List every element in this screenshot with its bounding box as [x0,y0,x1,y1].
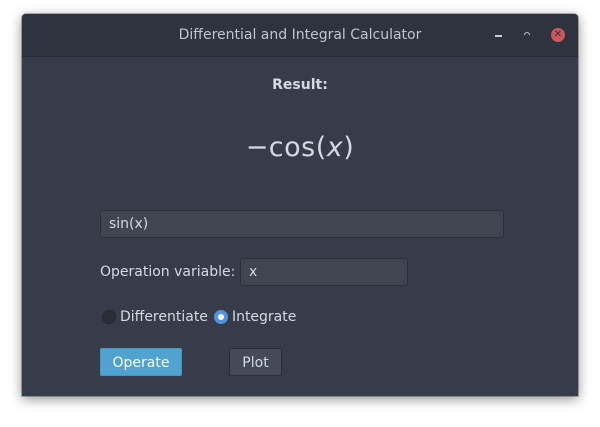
main-content: Result: −cos(x) sin(x) Operation variabl… [22,57,578,396]
operation-variable-input[interactable]: x [240,258,408,286]
maximize-icon [522,30,532,40]
mode-radio-group: Differentiate Integrate [102,309,302,325]
radio-differentiate-label[interactable]: Differentiate [120,309,208,325]
operation-variable-label: Operation variable: [100,264,236,280]
operate-button[interactable]: Operate [100,348,182,376]
radio-integrate-indicator[interactable] [213,310,228,324]
result-label: Result: [272,77,328,93]
result-variable: x [326,132,344,163]
close-button[interactable]: ✕ [551,28,565,42]
result-suffix: ) [343,132,355,163]
calculator-window: Differential and Integral Calculator ✕ R… [22,14,578,396]
radio-integrate-label[interactable]: Integrate [232,309,296,325]
minimize-button[interactable] [491,28,505,42]
radio-integrate[interactable]: Integrate [213,309,296,325]
plot-button[interactable]: Plot [229,348,282,376]
result-value: −cos(x) [22,132,578,163]
maximize-button[interactable] [520,28,534,42]
radio-differentiate-indicator[interactable] [102,310,116,324]
title-bar[interactable]: Differential and Integral Calculator ✕ [22,14,578,57]
close-icon: ✕ [553,29,563,40]
expression-input[interactable]: sin(x) [100,210,504,238]
minimize-icon [494,34,502,37]
result-prefix: −cos( [245,132,327,163]
radio-differentiate[interactable]: Differentiate [102,309,208,325]
